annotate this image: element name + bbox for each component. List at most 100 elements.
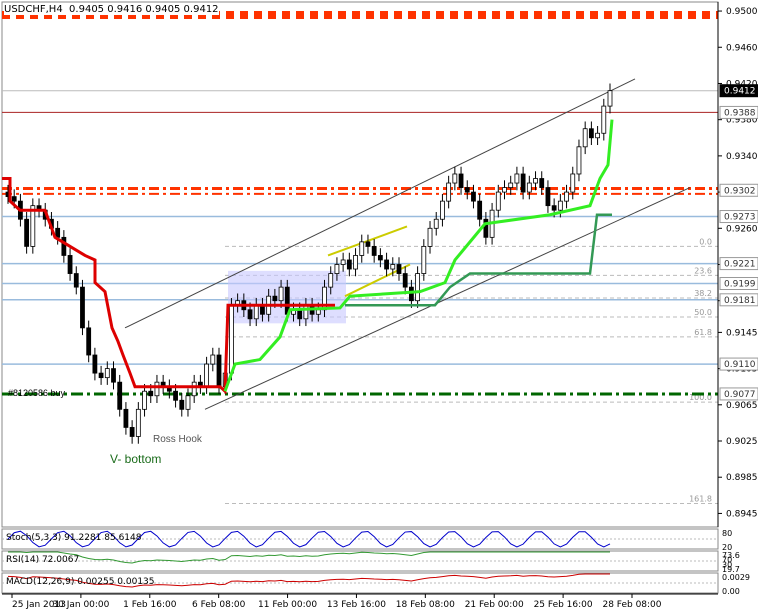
candle-body xyxy=(247,309,253,320)
candle-body xyxy=(545,187,551,207)
candle-body xyxy=(334,264,340,274)
price-tick-label: 0.9260 xyxy=(726,224,758,234)
candle-body xyxy=(471,191,476,202)
candle-body xyxy=(353,255,358,270)
ohlc-readout: 0.9405 0.9416 0.9405 0.9412 xyxy=(69,4,219,15)
candle-body xyxy=(409,286,414,302)
candle-body xyxy=(111,368,116,383)
candle-body xyxy=(508,182,514,188)
candle-body xyxy=(86,327,92,356)
candle-body xyxy=(402,273,408,288)
candle-body xyxy=(346,259,352,270)
time-tick-label: 6 Feb 08:00 xyxy=(192,600,246,610)
candle-body xyxy=(570,173,576,193)
main-plot: 0.023.638.250.061.8100.0161.8 xyxy=(1,1,719,528)
time-tick-label: 18 Feb 08:00 xyxy=(396,600,455,610)
candle-body xyxy=(464,187,470,193)
candle-body xyxy=(210,354,216,365)
order-annotation: #8120586 buy xyxy=(8,388,66,398)
candle-body xyxy=(371,245,377,256)
candle-body xyxy=(415,273,421,302)
candle-body xyxy=(303,304,309,320)
candle-body xyxy=(377,255,383,261)
candle-body xyxy=(495,191,501,211)
candle-body xyxy=(595,132,600,139)
candle-body xyxy=(533,178,538,184)
price-tag-label: 0.9412 xyxy=(724,87,756,97)
candle-body xyxy=(315,309,321,315)
fib-level-label: 50.0 xyxy=(694,308,712,317)
candle-body xyxy=(396,264,402,274)
fib-level-label: 61.8 xyxy=(694,328,712,337)
candle-body xyxy=(477,200,483,220)
candle-body xyxy=(11,196,17,202)
candle-body xyxy=(135,408,141,437)
time-tick-label: 21 Feb 00:00 xyxy=(465,600,524,610)
candle-body xyxy=(601,105,607,134)
candle-body xyxy=(390,264,396,270)
candle-body xyxy=(154,381,160,397)
time-tick-label: 1 Feb 16:00 xyxy=(123,600,177,610)
candle-body xyxy=(551,205,557,211)
candle-body xyxy=(179,399,185,410)
plot-frame xyxy=(1,1,719,528)
candle-body xyxy=(24,218,30,247)
candle-body xyxy=(92,354,98,374)
candle-body xyxy=(204,363,209,388)
candle-body xyxy=(142,390,147,410)
candle-body xyxy=(421,245,427,274)
candle-body xyxy=(104,368,110,379)
candle-body xyxy=(191,381,197,397)
candle-body xyxy=(526,182,532,193)
price-tag-label: 0.9302 xyxy=(724,186,756,196)
price-tag-label: 0.9388 xyxy=(724,108,756,118)
price-tag-label: 0.9077 xyxy=(724,390,756,400)
candle-body xyxy=(297,309,303,320)
candle-body xyxy=(588,128,594,139)
candle-body xyxy=(514,173,520,184)
candle-body xyxy=(502,187,507,193)
price-tag-label: 0.9221 xyxy=(724,260,756,270)
candle-body xyxy=(129,427,135,437)
time-tick-label: 30 Jan 00:00 xyxy=(52,600,109,610)
fib-level-label: 23.6 xyxy=(694,266,712,275)
v-bottom-annotation: V- bottom xyxy=(110,452,162,466)
candle-body xyxy=(278,286,284,302)
candle-body xyxy=(328,273,334,288)
candle-body xyxy=(427,227,433,247)
candle-body xyxy=(582,128,588,148)
price-tick-label: 0.9065 xyxy=(726,401,758,411)
price-tag-label: 0.9273 xyxy=(724,213,756,223)
candle-body xyxy=(30,205,36,247)
candle-body xyxy=(173,390,178,401)
price-tick-label: 0.9025 xyxy=(726,437,758,447)
candle-body xyxy=(216,354,222,388)
price-tick-label: 0.9500 xyxy=(726,7,758,17)
time-tick-label: 28 Feb 08:00 xyxy=(602,600,661,610)
time-tick-label: 13 Feb 16:00 xyxy=(327,600,386,610)
price-tag-label: 0.9199 xyxy=(724,280,756,290)
candle-body xyxy=(253,304,259,320)
candle-body xyxy=(61,236,67,256)
candle-body xyxy=(185,395,191,410)
candle-body xyxy=(539,178,545,188)
price-tick-label: 0.9340 xyxy=(726,152,758,162)
candle-body xyxy=(117,381,123,410)
price-tick-label: 0.9460 xyxy=(726,43,758,53)
chart-canvas: 0.023.638.250.061.8100.0161.8 0.95000.94… xyxy=(1,1,758,610)
fib-level-label: 38.2 xyxy=(694,289,712,298)
fib-level-label: 0.0 xyxy=(699,237,712,246)
candle-body xyxy=(520,173,526,193)
candle-body xyxy=(73,273,79,288)
candle-body xyxy=(148,390,154,397)
candle-body xyxy=(67,255,73,274)
candle-body xyxy=(557,200,563,211)
candle-body xyxy=(607,90,613,107)
candle-body xyxy=(80,286,85,329)
price-tag-label: 0.9110 xyxy=(724,360,756,370)
symbol-label: USDCHF,H4 xyxy=(4,4,63,15)
time-tick-label: 11 Feb 00:00 xyxy=(258,600,317,610)
candle-body xyxy=(98,372,104,379)
candle-body xyxy=(55,227,61,238)
indicator-level-label: 0.0029 xyxy=(722,573,750,582)
